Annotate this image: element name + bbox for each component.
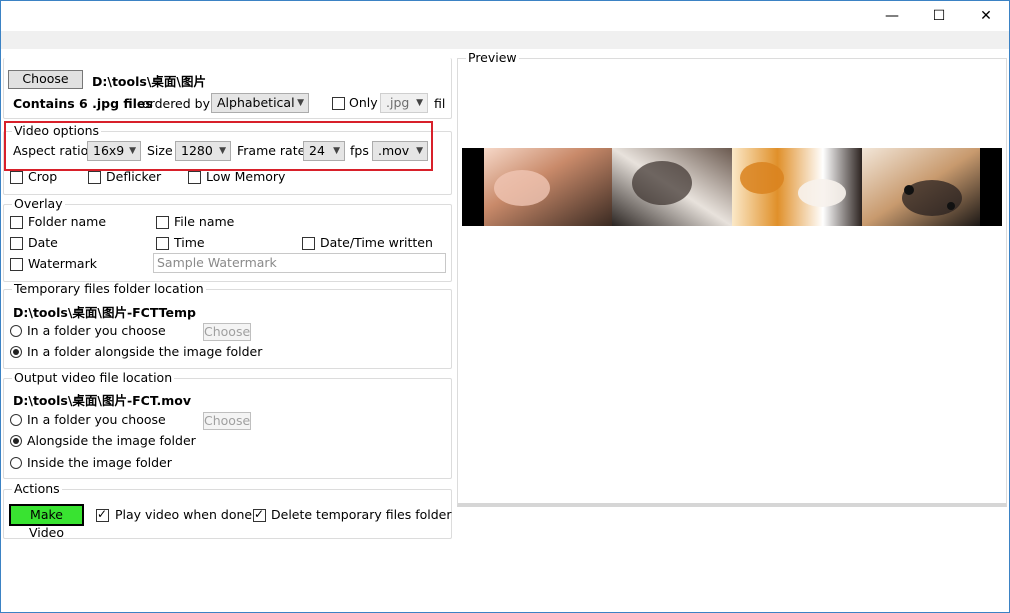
video-options-highlight bbox=[4, 121, 433, 171]
app-window: — ☐ ✕ Choose D:\tools\桌面\图片 Contains 6 .… bbox=[0, 0, 1010, 613]
watermark-checkbox[interactable] bbox=[10, 258, 23, 271]
watermark-input[interactable]: Sample Watermark bbox=[153, 253, 446, 273]
title-bar: — ☐ ✕ bbox=[1, 1, 1009, 31]
file-name-label: File name bbox=[174, 214, 235, 229]
folder-name-label: Folder name bbox=[28, 214, 107, 229]
datetime-written-label: Date/Time written bbox=[320, 235, 433, 250]
date-label: Date bbox=[28, 235, 58, 250]
crop-label: Crop bbox=[28, 169, 58, 184]
temp-folder-path: D:\tools\桌面\图片-FCTTemp bbox=[13, 305, 196, 320]
fil-label: fil bbox=[434, 96, 446, 111]
crop-checkbox[interactable] bbox=[10, 171, 23, 184]
chevron-down-icon: ▼ bbox=[297, 98, 304, 108]
chevron-down-icon: ▼ bbox=[416, 98, 423, 108]
low-memory-label: Low Memory bbox=[206, 169, 286, 184]
datetime-written-checkbox[interactable] bbox=[302, 237, 315, 250]
date-checkbox[interactable] bbox=[10, 237, 23, 250]
close-icon[interactable]: ✕ bbox=[963, 1, 1009, 31]
output-alongside-label: Alongside the image folder bbox=[27, 433, 196, 448]
deflicker-label: Deflicker bbox=[106, 169, 162, 184]
output-alongside-radio[interactable] bbox=[10, 435, 22, 447]
preview-title: Preview bbox=[466, 50, 519, 65]
temp-choose-label: In a folder you choose bbox=[27, 323, 166, 338]
only-checkbox[interactable] bbox=[332, 97, 345, 110]
order-select[interactable]: Alphabetical ▼ bbox=[211, 93, 309, 113]
temp-choose-radio[interactable] bbox=[10, 325, 22, 337]
low-memory-checkbox[interactable] bbox=[188, 171, 201, 184]
output-inside-radio[interactable] bbox=[10, 457, 22, 469]
ordered-by-label: ordered by bbox=[142, 96, 210, 111]
temp-folder-title: Temporary files folder location bbox=[12, 281, 206, 296]
file-name-checkbox[interactable] bbox=[156, 216, 169, 229]
only-label: Only bbox=[349, 95, 378, 110]
maximize-icon[interactable]: ☐ bbox=[916, 1, 962, 31]
temp-choose-button[interactable]: Choose bbox=[203, 323, 251, 341]
preview-frames bbox=[484, 148, 980, 226]
order-select-value: Alphabetical bbox=[217, 95, 295, 110]
temp-alongside-label: In a folder alongside the image folder bbox=[27, 344, 263, 359]
extension-select-value: .jpg bbox=[386, 95, 410, 110]
make-video-button[interactable]: Make Video bbox=[9, 504, 84, 540]
delete-temp-label: Delete temporary files folder bbox=[271, 507, 452, 522]
delete-temp-checkbox[interactable] bbox=[253, 507, 266, 522]
choose-source-button[interactable]: Choose bbox=[8, 70, 83, 89]
deflicker-checkbox[interactable] bbox=[88, 171, 101, 184]
menu-strip bbox=[1, 31, 1009, 49]
output-path: D:\tools\桌面\图片-FCT.mov bbox=[13, 393, 191, 408]
actions-title: Actions bbox=[12, 481, 62, 496]
file-count-text: Contains 6 .jpg files bbox=[13, 96, 153, 111]
output-choose-button[interactable]: Choose bbox=[203, 412, 251, 430]
output-inside-label: Inside the image folder bbox=[27, 455, 172, 470]
folder-name-checkbox[interactable] bbox=[10, 216, 23, 229]
time-label: Time bbox=[174, 235, 205, 250]
output-choose-label: In a folder you choose bbox=[27, 412, 166, 427]
source-path: D:\tools\桌面\图片 bbox=[92, 74, 206, 89]
preview-image bbox=[462, 148, 1002, 226]
play-video-label: Play video when done bbox=[115, 507, 253, 522]
output-choose-radio[interactable] bbox=[10, 414, 22, 426]
output-title: Output video file location bbox=[12, 370, 175, 385]
time-checkbox[interactable] bbox=[156, 237, 169, 250]
minimize-icon[interactable]: — bbox=[869, 1, 915, 31]
extension-select[interactable]: .jpg ▼ bbox=[380, 93, 428, 113]
preview-group: Preview bbox=[457, 51, 1007, 507]
overlay-title: Overlay bbox=[12, 196, 65, 211]
temp-alongside-radio[interactable] bbox=[10, 346, 22, 358]
play-video-checkbox[interactable] bbox=[96, 507, 109, 522]
watermark-label: Watermark bbox=[28, 256, 97, 271]
